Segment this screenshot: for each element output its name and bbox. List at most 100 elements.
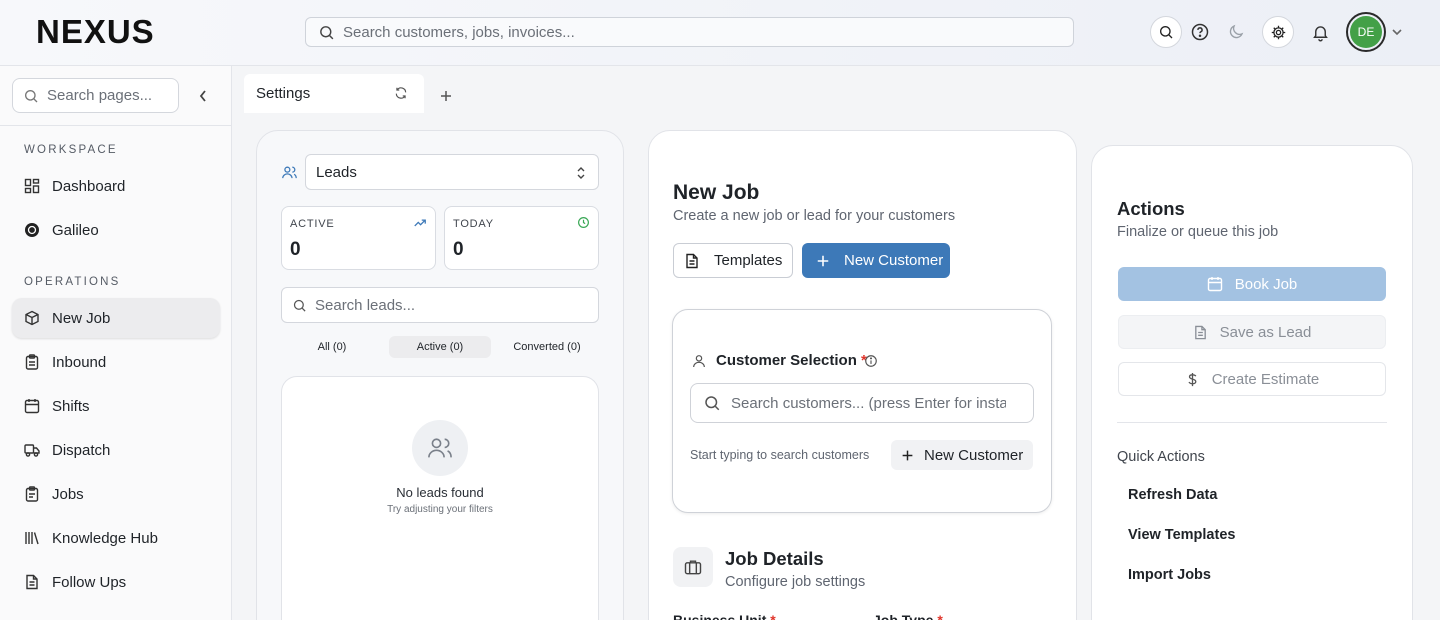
customer-selection-text: Customer Selection — [716, 352, 857, 369]
required-mark: * — [937, 612, 943, 620]
clock-icon — [578, 217, 589, 228]
tab-label: Settings — [256, 85, 311, 102]
file-text-icon — [1193, 325, 1208, 340]
section-label-workspace: WORKSPACE — [24, 144, 118, 156]
help-button[interactable] — [1184, 16, 1216, 48]
stat-card-active: ACTIVE 0 — [281, 206, 436, 270]
customer-search[interactable] — [690, 383, 1034, 423]
templates-button-label: Templates — [714, 252, 783, 269]
leads-search[interactable] — [281, 287, 599, 323]
notifications-button[interactable] — [1304, 16, 1336, 48]
trending-up-icon — [414, 219, 426, 227]
field-label: Business Unit — [673, 612, 767, 620]
actions-title: Actions — [1117, 198, 1185, 219]
sidebar-item-label: Dashboard — [52, 177, 126, 195]
bell-icon — [1312, 25, 1328, 41]
search-icon — [25, 89, 38, 102]
new-customer-button-label: New Customer — [844, 252, 944, 269]
book-job-label: Book Job — [1234, 275, 1298, 293]
templates-button[interactable]: Templates — [673, 243, 793, 278]
help-icon — [1191, 23, 1209, 41]
page-search-input[interactable] — [47, 87, 167, 104]
quick-action-refresh-data[interactable]: Refresh Data — [1128, 487, 1217, 503]
filter-tab-all[interactable]: All (0) — [281, 336, 383, 358]
add-tab-button[interactable] — [438, 88, 454, 104]
package-icon — [24, 310, 40, 326]
job-type-label: Job Type * — [873, 612, 943, 620]
inline-new-customer-label: New Customer — [924, 446, 1024, 464]
sidebar-item-new-job[interactable]: New Job — [12, 298, 220, 338]
refresh-icon — [395, 87, 407, 99]
clipboard-list-icon — [24, 486, 40, 502]
quick-action-view-templates[interactable]: View Templates — [1128, 527, 1235, 543]
search-icon — [1160, 26, 1173, 39]
actions-divider — [1117, 422, 1387, 423]
job-details-title: Job Details — [725, 548, 824, 569]
filter-tab-converted[interactable]: Converted (0) — [496, 336, 598, 358]
sidebar-item-label: Inbound — [52, 353, 107, 371]
save-as-lead-button[interactable]: Save as Lead — [1118, 315, 1386, 349]
section-label-operations: OPERATIONS — [24, 276, 121, 288]
job-details-icon-wrap — [673, 547, 713, 587]
book-job-button[interactable]: Book Job — [1118, 267, 1386, 301]
chevron-left-icon — [199, 90, 206, 102]
sidebar-item-knowledge-hub[interactable]: Knowledge Hub — [12, 518, 220, 558]
truck-icon — [24, 442, 40, 458]
sidebar-item-inbound[interactable]: Inbound — [12, 342, 220, 382]
filter-tab-active[interactable]: Active (0) — [389, 336, 491, 358]
briefcase-icon — [684, 560, 702, 575]
tab-settings[interactable]: Settings — [244, 74, 424, 113]
nexus-logo[interactable]: NEXUS — [36, 16, 226, 46]
user-avatar[interactable]: DE — [1346, 12, 1386, 52]
stat-label: TODAY — [453, 218, 494, 230]
search-button[interactable] — [1150, 16, 1182, 48]
actions-subtitle: Finalize or queue this job — [1117, 224, 1279, 240]
sidebar-item-dispatch[interactable]: Dispatch — [12, 430, 220, 470]
svg-text:NEXUS: NEXUS — [36, 16, 155, 46]
page-search[interactable] — [12, 78, 179, 113]
sidebar-item-label: Shifts — [52, 397, 90, 415]
customer-search-input[interactable] — [731, 394, 1006, 412]
customer-search-hint: Start typing to search customers — [690, 448, 870, 462]
sidebar-item-galileo[interactable]: Galileo — [12, 210, 220, 250]
empty-state-title: No leads found — [396, 485, 484, 500]
page-title: New Job — [673, 181, 760, 204]
quick-action-import-jobs[interactable]: Import Jobs — [1128, 567, 1211, 583]
field-label: Job Type — [873, 612, 934, 620]
sidebar-item-dashboard[interactable]: Dashboard — [12, 166, 220, 206]
info-icon[interactable] — [864, 354, 878, 368]
sidebar-item-label: Galileo — [52, 221, 99, 239]
search-icon — [293, 299, 306, 312]
create-estimate-label: Create Estimate — [1211, 370, 1320, 388]
refresh-tab-button[interactable] — [394, 86, 408, 104]
moon-icon — [1229, 24, 1244, 39]
sidebar-item-shifts[interactable]: Shifts — [12, 386, 220, 426]
sidebar-item-jobs[interactable]: Jobs — [12, 474, 220, 514]
leads-view-select[interactable]: Leads — [305, 154, 599, 190]
avatar-initials: DE — [1350, 16, 1382, 48]
leads-view-value: Leads — [316, 163, 357, 181]
calendar-icon — [1207, 276, 1223, 292]
inline-new-customer-button[interactable]: New Customer — [891, 440, 1033, 470]
chevron-down-icon[interactable] — [1391, 27, 1403, 37]
search-icon — [705, 396, 720, 411]
global-search-input[interactable] — [343, 23, 1043, 41]
stat-value: 0 — [290, 239, 301, 260]
required-mark: * — [770, 612, 776, 620]
sidebar-item-follow-ups[interactable]: Follow Ups — [12, 562, 220, 602]
empty-state-icon-wrap — [412, 420, 468, 476]
sidebar-item-label: New Job — [52, 309, 111, 327]
collapse-sidebar-button[interactable] — [193, 86, 213, 106]
quick-actions-label: Quick Actions — [1117, 449, 1205, 465]
new-customer-button[interactable]: New Customer — [802, 243, 950, 278]
stat-card-today: TODAY 0 — [444, 206, 599, 270]
settings-button[interactable] — [1262, 16, 1294, 48]
customer-selection-label: Customer Selection * — [716, 352, 867, 369]
save-as-lead-label: Save as Lead — [1219, 323, 1312, 341]
leads-search-input[interactable] — [315, 296, 585, 314]
chevrons-up-down-icon — [577, 167, 585, 179]
plus-icon — [817, 255, 829, 266]
global-search[interactable] — [305, 17, 1074, 47]
create-estimate-button[interactable]: Create Estimate — [1118, 362, 1386, 396]
theme-toggle-button[interactable] — [1220, 16, 1252, 48]
